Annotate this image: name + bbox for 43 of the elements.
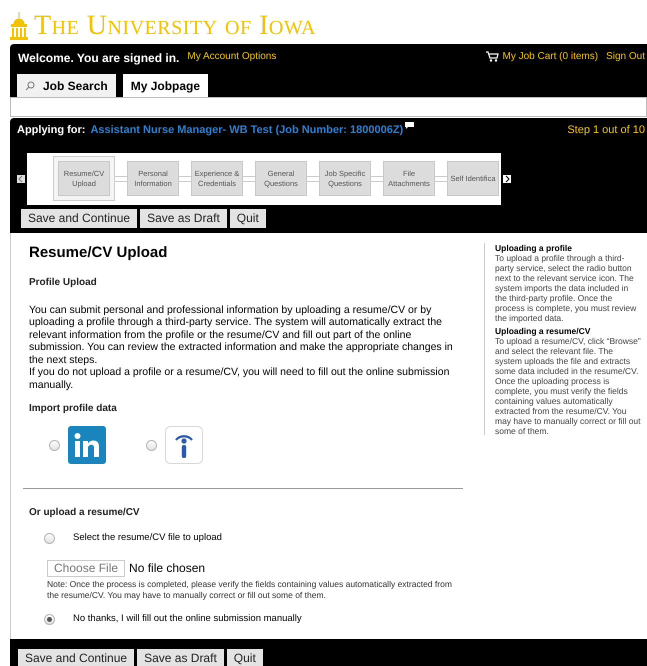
option-label: No thanks, I will fill out the online submission manually [73,612,302,626]
university-logo-text: The University of Iowa [34,12,316,40]
help-text: To upload a profile through a third-party service, select the radio button next to the relevant service icon. The system imports the data included in the third-party profile. Once the process is complete, you must review the imported data. [495,253,638,323]
chevron-right-icon[interactable] [503,174,511,182]
form-button[interactable]: Save as Draft [140,208,227,228]
import-heading: Import profile data [29,402,118,416]
comment-icon[interactable] [405,122,414,130]
welcome-text: Welcome. You are signed in. [18,50,180,67]
building-logo-icon [10,12,28,40]
form-button[interactable]: Quit [226,649,263,666]
job-title-link[interactable]: Assistant Nurse Manager- WB Test (Job Number: 1800006Z) [90,122,404,138]
step-counter: Step 1 out of 10 [567,123,645,138]
info-service-icon[interactable] [165,426,203,464]
subsection-title: Profile Upload [29,276,98,290]
nav-tab[interactable]: Job Search [17,74,116,97]
form-button[interactable]: Save as Draft [137,649,224,666]
nav-tab[interactable]: My Jobpage [122,74,208,97]
section-title: Resume/CV Upload [29,243,168,263]
radio-button[interactable] [146,440,157,450]
intro-paragraph: You can submit personal and professional information by uploading a resume/CV or by uploading a profile through a third-party service. The system will automatically extract the relevant information from the profile or the resume/CV and fill out part of the online submission. You can review the extracted information and make the appropriate changes in the next steps. [29,304,454,366]
radio-button[interactable] [44,614,55,625]
option-label: Select the resume/CV file to upload [73,531,222,545]
help-text: To upload a resume/CV, click “Browse” and select the relevant file. The system uploads the file and extracts some data included in the resume/CV. Once the uploading process is complete, you must verify the fields containing values automatically extracted from the resume/CV. You may have to manually correct or fill out some of them. [495,336,642,436]
account-options-link[interactable]: My Account Options [187,49,276,64]
job-cart-link[interactable]: My Job Cart (0 items) [502,49,598,64]
help-heading: Uploading a resume/CV [495,326,592,336]
form-button[interactable]: Quit [230,208,266,228]
chevron-left-icon[interactable] [17,174,25,182]
linkedin-logo-icon[interactable] [68,426,106,464]
cart-icon[interactable] [486,51,498,62]
upload-note: Note: Once the process is completed, please verify the fields containing values automatically extracted from the resume/CV. You may have to manually correct or fill out some of them. [47,579,453,602]
file-status: No file chosen [129,560,206,578]
form-button[interactable]: Save and Continue [21,208,138,228]
sign-out-link[interactable]: Sign Out [606,49,645,64]
intro-paragraph: If you do not upload a profile or a resume/CV, you will need to fill out the online submission manually. [29,366,450,391]
upload-heading: Or upload a resume/CV [29,506,141,520]
radio-button[interactable] [49,440,60,450]
radio-button[interactable] [44,532,55,544]
search-icon [25,80,35,90]
choose-file-button[interactable]: Choose File [47,560,126,577]
form-button[interactable]: Save and Continue [18,649,134,666]
applying-label: Applying for: [17,123,86,138]
help-heading: Uploading a profile [495,243,573,253]
